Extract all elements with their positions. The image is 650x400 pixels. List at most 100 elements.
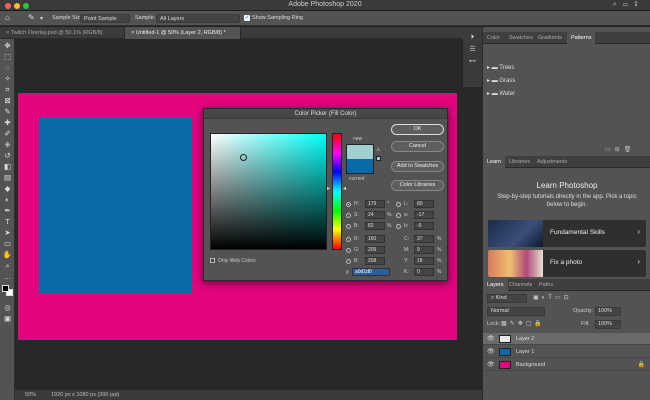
tab-channels[interactable]: Channels — [505, 279, 536, 291]
yellow-input[interactable]: 18 — [414, 257, 434, 265]
marquee-tool-icon[interactable]: ⬚ — [2, 52, 13, 62]
quick-mask-icon[interactable]: ◎ — [2, 303, 13, 313]
history-icon[interactable]: ⏵ — [467, 33, 478, 43]
layer-row[interactable]: 👁 Layer 2 — [483, 333, 650, 345]
zoom-level[interactable]: 50% — [25, 390, 36, 400]
hue-slider[interactable] — [332, 133, 342, 250]
dodge-tool-icon[interactable]: ◐ — [2, 195, 13, 205]
saturation-input[interactable]: 24 — [365, 211, 385, 219]
show-sampling-ring-checkbox[interactable]: ✓ — [244, 15, 250, 21]
tab-swatches[interactable]: Swatches — [505, 32, 537, 44]
current-color-swatch[interactable] — [346, 159, 374, 174]
lock-position-icon[interactable]: ✥ — [518, 321, 526, 327]
smart-object-filter-icon[interactable]: ⊡ — [564, 295, 572, 301]
hue-slider-left-arrow-icon[interactable]: ▸ — [327, 186, 330, 192]
hex-input[interactable]: a0d1d0 — [352, 268, 390, 276]
ok-button[interactable]: OK — [391, 124, 444, 135]
color-libraries-button[interactable]: Color Libraries — [391, 180, 444, 191]
type-tool-icon[interactable]: T — [2, 217, 13, 227]
green-input[interactable]: 209 — [365, 246, 385, 254]
cancel-button[interactable]: Cancel — [391, 141, 444, 152]
gradient-tool-icon[interactable]: ▤ — [2, 173, 13, 183]
rectangle-tool-icon[interactable]: ▭ — [2, 239, 13, 249]
eye-icon[interactable]: 👁 — [487, 361, 495, 368]
pen-tool-icon[interactable]: ✒ — [2, 206, 13, 216]
lab-a-input[interactable]: -17 — [414, 211, 434, 219]
lab-l-radio[interactable] — [396, 202, 401, 207]
layer-row[interactable]: 👁 Background 🔒 — [483, 359, 650, 371]
lock-pixels-icon[interactable]: ▦ — [501, 321, 510, 327]
pattern-folder-trees[interactable]: ▸ ▬ Trees — [487, 64, 514, 71]
only-web-colors-checkbox[interactable] — [210, 258, 215, 263]
pattern-folder-water[interactable]: ▸ ▬ Water — [487, 90, 515, 97]
topic-fundamental-skills[interactable]: Fundamental Skills › — [488, 220, 646, 247]
lab-l-input[interactable]: 80 — [414, 200, 434, 208]
more-tools-icon[interactable]: … — [2, 272, 13, 282]
tab-gradients[interactable]: Gradients — [534, 32, 566, 44]
screen-mode-icon[interactable]: ▣ — [2, 314, 13, 324]
search-icon[interactable]: ⌕ — [613, 1, 623, 8]
add-to-swatches-button[interactable]: Add to Swatches — [391, 161, 444, 172]
move-tool-icon[interactable]: ✥ — [2, 41, 13, 51]
topic-fix-a-photo[interactable]: Fix a photo › — [488, 250, 646, 277]
magenta-input[interactable]: 9 — [414, 246, 434, 254]
tab-patterns[interactable]: Patterns — [567, 32, 596, 44]
frame-tool-icon[interactable]: ⊠ — [2, 96, 13, 106]
opacity-input[interactable]: 100% — [595, 307, 621, 316]
chevron-right-icon[interactable]: › — [117, 390, 119, 400]
path-select-tool-icon[interactable]: ➤ — [2, 228, 13, 238]
fill-input[interactable]: 100% — [595, 320, 621, 329]
color-marker[interactable] — [240, 154, 247, 161]
lock-all-icon[interactable]: 🔒 — [534, 321, 544, 327]
lab-b-input[interactable]: -5 — [414, 222, 434, 230]
sample-dropdown[interactable]: All Layers — [156, 14, 240, 23]
clone-stamp-tool-icon[interactable]: ⎈ — [2, 140, 13, 150]
zoom-tool-icon[interactable]: ⌕ — [2, 261, 13, 271]
blur-tool-icon[interactable]: ◆ — [2, 184, 13, 194]
hue-input[interactable]: 179 — [365, 200, 385, 208]
eyedropper-tool-icon[interactable]: ✎ — [2, 107, 13, 117]
cyan-input[interactable]: 37 — [414, 235, 434, 243]
blue-rectangle-layer[interactable] — [39, 117, 192, 293]
eraser-tool-icon[interactable]: ◧ — [2, 162, 13, 172]
green-radio[interactable] — [346, 248, 351, 253]
lasso-tool-icon[interactable]: ◌ — [2, 63, 13, 73]
hue-slider-right-arrow-icon[interactable]: ◂ — [343, 186, 346, 192]
black-input[interactable]: 0 — [414, 268, 434, 276]
document-info[interactable]: 1920 px x 1080 px (300 ppi) — [51, 390, 119, 400]
image-filter-icon[interactable]: ▣ — [533, 295, 542, 301]
trash-icon[interactable]: 🗑 — [624, 147, 636, 153]
red-input[interactable]: 160 — [365, 235, 385, 243]
saturation-radio[interactable] — [346, 213, 351, 218]
quick-select-tool-icon[interactable]: ✧ — [2, 74, 13, 84]
hue-radio[interactable] — [346, 202, 351, 207]
share-icon[interactable]: ⇪ — [634, 1, 644, 8]
home-icon[interactable]: ⌂ — [5, 13, 10, 22]
crop-tool-icon[interactable]: ⌗ — [2, 85, 13, 95]
blue-input[interactable]: 208 — [365, 257, 385, 265]
brush-tool-icon[interactable]: ✐ — [2, 129, 13, 139]
tab-libraries[interactable]: Libraries — [505, 156, 534, 168]
sample-size-dropdown[interactable]: Point Sample — [80, 14, 130, 23]
type-filter-icon[interactable]: T — [548, 295, 555, 301]
lock-paint-icon[interactable]: ✎ — [510, 321, 518, 327]
brightness-radio[interactable] — [346, 224, 351, 229]
hand-tool-icon[interactable]: ✋ — [2, 250, 13, 260]
layer-filter-dropdown[interactable]: ⌕ Kind — [487, 294, 527, 303]
properties-icon[interactable]: ☰ — [467, 45, 478, 55]
tool-preset-dropdown-icon[interactable]: ▾ — [40, 15, 43, 22]
tab-learn[interactable]: Learn — [483, 156, 506, 168]
history-brush-tool-icon[interactable]: ↺ — [2, 151, 13, 161]
lab-a-radio[interactable] — [396, 213, 401, 218]
tab-untitled-1[interactable]: × Untitled-1 @ 50% (Layer 2, RGB/8) * — [125, 27, 241, 39]
tab-adjustments[interactable]: Adjustments — [533, 156, 571, 168]
healing-brush-tool-icon[interactable]: ✚ — [2, 118, 13, 128]
eye-icon[interactable]: 👁 — [487, 348, 495, 355]
workspace-icon[interactable]: ▭ — [623, 1, 634, 8]
tab-layers[interactable]: Layers — [483, 279, 508, 291]
pattern-folder-grass[interactable]: ▸ ▬ Grass — [487, 77, 515, 84]
new-group-icon[interactable]: ▭ — [605, 147, 615, 153]
lab-b-radio[interactable] — [396, 224, 401, 229]
eye-icon[interactable]: 👁 — [487, 335, 495, 342]
tab-twitch-overlay[interactable]: × Twitch Overlay.psd @ 50.1% (RGB/8) — [0, 27, 125, 39]
